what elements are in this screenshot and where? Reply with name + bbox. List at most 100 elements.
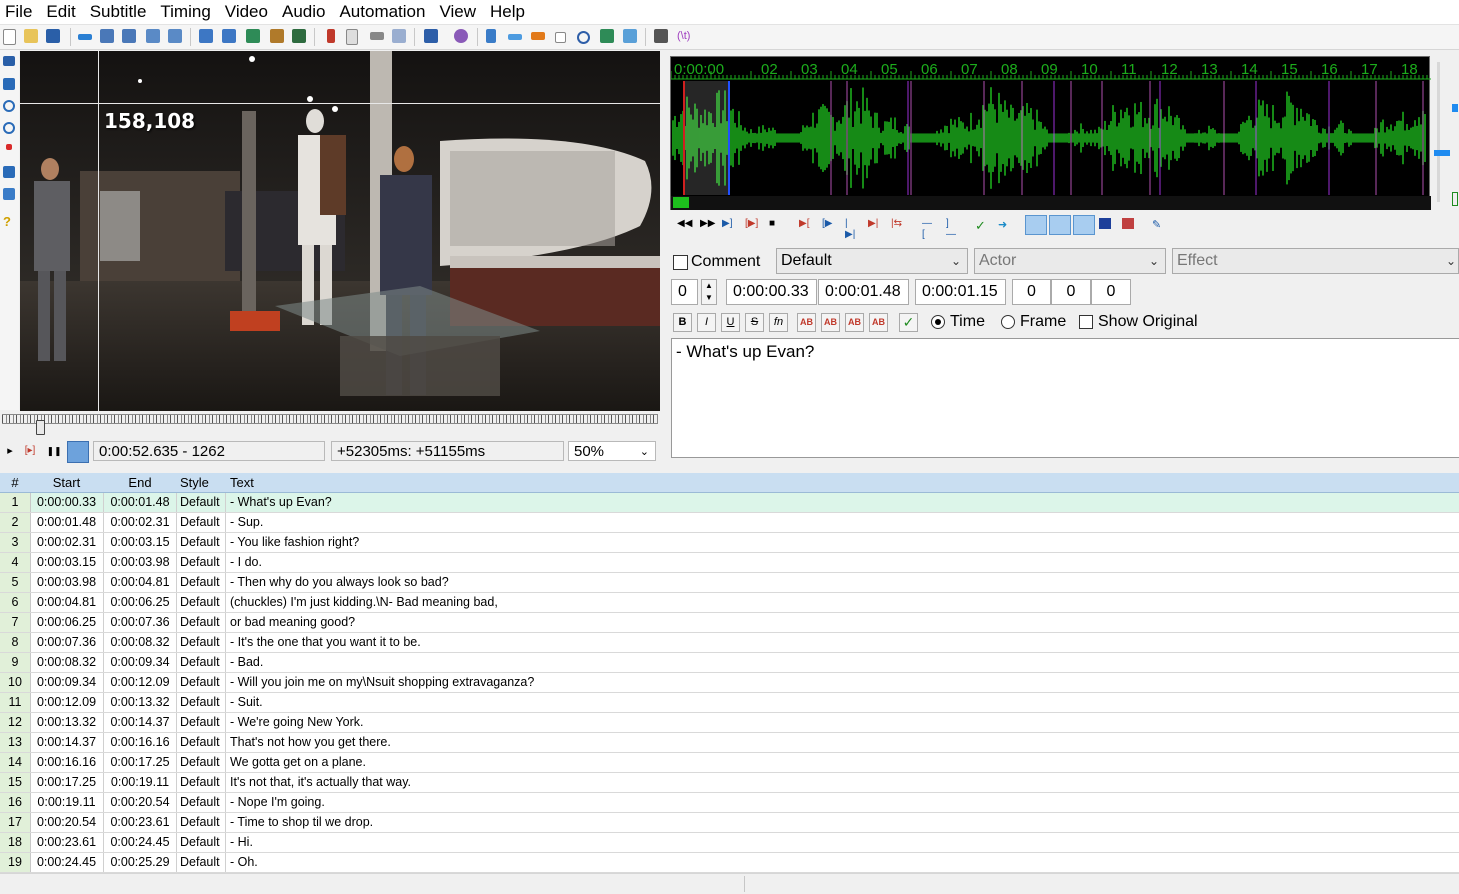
- auto-commit-toggle-icon[interactable]: [1025, 215, 1047, 235]
- layer-field[interactable]: 0: [671, 279, 698, 305]
- subtitle-text-editor[interactable]: - What's up Evan?: [671, 338, 1459, 458]
- lead-out-icon[interactable]: ]—: [946, 218, 958, 240]
- style-select[interactable]: Default ⌄: [776, 248, 968, 274]
- table-row[interactable]: 7 0:00:06.25 0:00:07.36 Default or bad meani…: [0, 613, 1459, 633]
- attachments-icon[interactable]: [270, 29, 284, 43]
- find-replace-icon[interactable]: [222, 29, 236, 43]
- play-to-end-icon[interactable]: |⇆: [891, 218, 903, 229]
- standard-tool-icon[interactable]: [3, 56, 15, 66]
- bold-button[interactable]: B: [673, 313, 692, 332]
- play-line-icon-audio[interactable]: [▶]: [745, 218, 758, 229]
- auto-next-toggle-icon[interactable]: [1049, 215, 1071, 235]
- italic-button[interactable]: I: [697, 313, 716, 332]
- primary-color-button[interactable]: AB: [797, 313, 816, 332]
- table-row[interactable]: 4 0:00:03.15 0:00:03.98 Default - I do.: [0, 553, 1459, 573]
- table-row[interactable]: 8 0:00:07.36 0:00:08.32 Default - It's the o…: [0, 633, 1459, 653]
- translation-assistant-icon[interactable]: [370, 32, 384, 40]
- table-row[interactable]: 11 0:00:12.09 0:00:13.32 Default - Suit.: [0, 693, 1459, 713]
- spectrum-mode-icon[interactable]: [1099, 218, 1111, 229]
- zoom-out-icon[interactable]: [122, 29, 136, 43]
- shadow-color-button[interactable]: AB: [869, 313, 888, 332]
- open-video-icon[interactable]: [146, 29, 160, 43]
- play-icon[interactable]: ▸: [2, 443, 18, 459]
- karaoke-mode-icon[interactable]: [1122, 218, 1134, 229]
- play-after-start-icon[interactable]: [▶: [822, 218, 834, 229]
- commit-icon[interactable]: ✓: [899, 313, 918, 332]
- play-before-end-icon[interactable]: |▶|: [845, 218, 857, 240]
- rotate-xy-icon[interactable]: [3, 122, 15, 134]
- table-row[interactable]: 13 0:00:14.37 0:00:16.16 Default That's not …: [0, 733, 1459, 753]
- kanji-timer-icon[interactable]: [454, 29, 468, 43]
- menu-view[interactable]: View: [434, 0, 481, 24]
- layer-spinner[interactable]: ▲ ▼: [701, 279, 717, 305]
- select-lines-icon[interactable]: [600, 29, 614, 43]
- open-audio-icon[interactable]: [168, 29, 182, 43]
- table-row[interactable]: 5 0:00:03.98 0:00:04.81 Default - Then why d…: [0, 573, 1459, 593]
- font-button[interactable]: fn: [769, 313, 788, 332]
- table-row[interactable]: 12 0:00:13.32 0:00:14.37 Default - We're goi…: [0, 713, 1459, 733]
- clip-icon[interactable]: [3, 166, 15, 178]
- actor-select[interactable]: Actor ⌄: [974, 248, 1166, 274]
- col-style[interactable]: Style: [180, 473, 226, 493]
- find-icon[interactable]: [199, 29, 213, 43]
- play-selection-icon[interactable]: ▶]: [722, 218, 734, 229]
- margin-right-field[interactable]: 0: [1051, 279, 1091, 305]
- snap-to-scene-icon[interactable]: [508, 34, 522, 40]
- commit-icon[interactable]: ✓: [975, 218, 987, 233]
- outline-color-button[interactable]: AB: [845, 313, 864, 332]
- table-row[interactable]: 6 0:00:04.81 0:00:06.25 Default (chuckles) I…: [0, 593, 1459, 613]
- table-row[interactable]: 18 0:00:23.61 0:00:24.45 Default - Hi.: [0, 833, 1459, 853]
- play-before-icon[interactable]: ▶[: [799, 218, 811, 229]
- video-display[interactable]: 158,108: [20, 51, 660, 411]
- show-original-checkbox[interactable]: [1079, 315, 1093, 329]
- options-icon[interactable]: [654, 29, 668, 43]
- menu-file[interactable]: File: [0, 0, 37, 24]
- frame-radio[interactable]: [1001, 315, 1015, 329]
- jump-to-icon[interactable]: [78, 34, 92, 40]
- duration-field[interactable]: 0:00:01.15: [915, 279, 1006, 305]
- new-file-icon[interactable]: [3, 29, 16, 45]
- video-time-position[interactable]: 0:00:52.635 - 1262: [93, 441, 325, 461]
- effect-select[interactable]: Effect ⌄: [1172, 248, 1459, 274]
- lead-in-icon[interactable]: —[: [922, 218, 934, 240]
- stop-icon[interactable]: ■: [769, 218, 781, 229]
- table-row[interactable]: 16 0:00:19.11 0:00:20.54 Default - Nope I'm …: [0, 793, 1459, 813]
- zoom-handle[interactable]: [1434, 150, 1450, 156]
- table-row[interactable]: 14 0:00:16.16 0:00:17.25 Default We gotta ge…: [0, 753, 1459, 773]
- previous-line-icon[interactable]: ◀◀: [677, 218, 692, 229]
- spell-check-icon[interactable]: [623, 29, 637, 43]
- table-row[interactable]: 1 0:00:00.33 0:00:01.48 Default - What's up …: [0, 493, 1459, 513]
- snap-to-keyframe-icon[interactable]: [531, 32, 545, 40]
- volume-handle[interactable]: [1452, 104, 1458, 112]
- autoscroll-toggle-icon[interactable]: [67, 441, 89, 463]
- menu-video[interactable]: Video: [220, 0, 273, 24]
- clock-icon[interactable]: [577, 31, 590, 44]
- video-time-offset[interactable]: +52305ms: +51155ms: [331, 441, 564, 461]
- fonts-collector-icon[interactable]: [292, 29, 306, 43]
- pause-icon[interactable]: ❚❚: [46, 443, 62, 459]
- time-radio[interactable]: [931, 315, 945, 329]
- play-after-end-icon[interactable]: ▶|: [868, 218, 880, 229]
- menu-timing[interactable]: Timing: [155, 0, 215, 24]
- next-line-icon[interactable]: ▶▶: [700, 218, 715, 229]
- table-row[interactable]: 2 0:00:01.48 0:00:02.31 Default - Sup.: [0, 513, 1459, 533]
- table-row[interactable]: 10 0:00:09.34 0:00:12.09 Default - Will you …: [0, 673, 1459, 693]
- play-line-icon[interactable]: [▸]: [22, 443, 38, 459]
- menu-audio[interactable]: Audio: [277, 0, 330, 24]
- table-row[interactable]: 19 0:00:24.45 0:00:25.29 Default - Oh.: [0, 853, 1459, 873]
- zoom-in-icon[interactable]: [100, 29, 114, 43]
- select-visible-icon[interactable]: [555, 32, 566, 43]
- karaoke-split-icon[interactable]: ✎: [1152, 218, 1164, 231]
- comment-checkbox[interactable]: [673, 255, 688, 270]
- save-icon[interactable]: [46, 29, 60, 43]
- menu-subtitle[interactable]: Subtitle: [85, 0, 152, 24]
- col-start[interactable]: Start: [30, 473, 103, 493]
- zoom-select[interactable]: 50% ⌄: [568, 441, 656, 461]
- table-row[interactable]: 17 0:00:20.54 0:00:23.61 Default - Time to s…: [0, 813, 1459, 833]
- video-seek-slider[interactable]: [2, 412, 658, 435]
- table-row[interactable]: 9 0:00:08.32 0:00:09.34 Default - Bad.: [0, 653, 1459, 673]
- shift-times-icon[interactable]: [486, 29, 496, 43]
- seek-handle[interactable]: [36, 420, 45, 435]
- col-end[interactable]: End: [104, 473, 176, 493]
- table-row[interactable]: 15 0:00:17.25 0:00:19.11 Default It's not th…: [0, 773, 1459, 793]
